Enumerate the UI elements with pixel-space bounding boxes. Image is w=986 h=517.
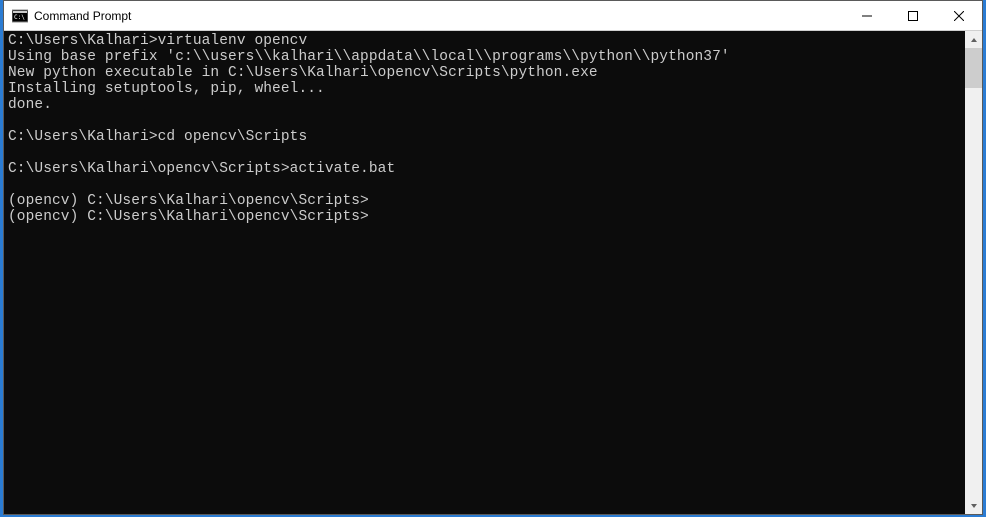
terminal-output: C:\Users\Kalhari>virtualenv opencvUsing … (4, 31, 982, 227)
close-button[interactable] (936, 1, 982, 31)
scroll-up-button[interactable] (965, 31, 982, 48)
window-title: Command Prompt (34, 9, 844, 23)
terminal-line: Installing setuptools, pip, wheel... (8, 81, 978, 97)
terminal-line (8, 177, 978, 193)
titlebar[interactable]: C:\ Command Prompt (4, 1, 982, 31)
scrollbar-thumb[interactable] (965, 48, 982, 88)
terminal-line: C:\Users\Kalhari>cd opencv\Scripts (8, 129, 978, 145)
terminal-line (8, 145, 978, 161)
scroll-down-button[interactable] (965, 497, 982, 514)
minimize-button[interactable] (844, 1, 890, 31)
terminal-line: done. (8, 97, 978, 113)
terminal-line (8, 113, 978, 129)
svg-text:C:\: C:\ (14, 14, 25, 21)
terminal-line: New python executable in C:\Users\Kalhar… (8, 65, 978, 81)
vertical-scrollbar[interactable] (965, 31, 982, 514)
terminal-line: C:\Users\Kalhari\opencv\Scripts>activate… (8, 161, 978, 177)
command-prompt-window: C:\ Command Prompt C:\Users\Kalhari>virt… (3, 0, 983, 515)
scrollbar-track[interactable] (965, 48, 982, 497)
terminal-area[interactable]: C:\Users\Kalhari>virtualenv opencvUsing … (4, 31, 982, 514)
terminal-line: Using base prefix 'c:\\users\\kalhari\\a… (8, 49, 978, 65)
terminal-line: (opencv) C:\Users\Kalhari\opencv\Scripts… (8, 209, 978, 225)
terminal-line: (opencv) C:\Users\Kalhari\opencv\Scripts… (8, 193, 978, 209)
window-controls (844, 1, 982, 30)
terminal-line: C:\Users\Kalhari>virtualenv opencv (8, 33, 978, 49)
cmd-icon: C:\ (12, 8, 28, 24)
maximize-button[interactable] (890, 1, 936, 31)
